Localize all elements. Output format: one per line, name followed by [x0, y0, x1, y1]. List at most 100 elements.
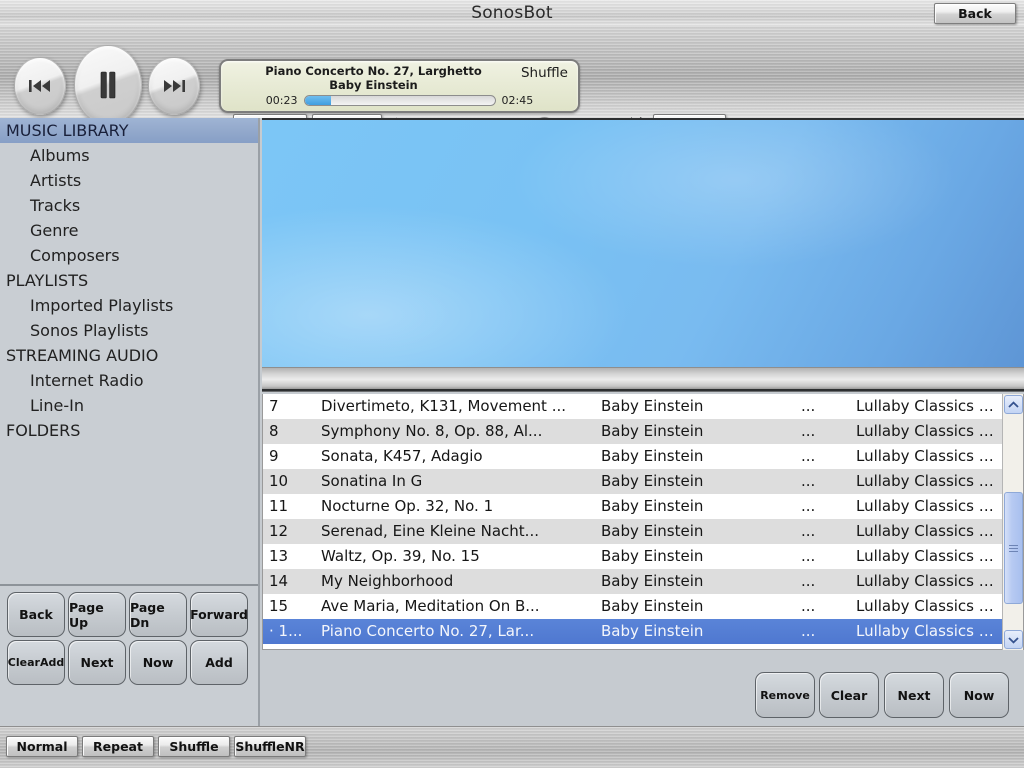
track-title-cell: Symphony No. 8, Op. 88, Al...: [321, 422, 543, 440]
nav-page-dn-button[interactable]: Page Dn: [129, 592, 187, 637]
sidebar: MUSIC LIBRARY Albums Artists Tracks Genre Com…: [0, 118, 260, 726]
queue-clear-button[interactable]: Clear: [819, 672, 879, 718]
table-row[interactable]: 7 Divertimeto, K131, Movement ... Baby Ein…: [263, 394, 1003, 419]
table-row[interactable]: 14 My Neighborhood Baby Einstein... Lullaby…: [263, 569, 1003, 594]
sidebar-item-folders[interactable]: FOLDERS: [0, 418, 258, 443]
track-artist-cell: Baby Einstein: [601, 422, 704, 440]
nav-page-up-button[interactable]: Page Up: [68, 592, 126, 637]
queue-scrollbar[interactable]: [1002, 394, 1023, 650]
table-row[interactable]: · 1... Piano Concerto No. 27, Lar... Baby …: [263, 619, 1003, 644]
chevron-down-icon: [1008, 636, 1019, 644]
table-row[interactable]: 8 Symphony No. 8, Op. 88, Al... Baby Einst…: [263, 419, 1003, 444]
elapsed-time: 00:23: [265, 94, 298, 107]
track-extra-cell: ...: [801, 622, 816, 640]
table-row[interactable]: 11 Nocturne Op. 32, No. 1 Baby Einstein...…: [263, 494, 1003, 519]
queue-remove-button[interactable]: Remove: [755, 672, 815, 718]
queue-now-button[interactable]: Now: [949, 672, 1009, 718]
sidebar-item-composers[interactable]: Composers: [0, 243, 258, 268]
table-row[interactable]: 15 Ave Maria, Meditation On B... Baby Eins…: [263, 594, 1003, 619]
sidebar-item-tracks[interactable]: Tracks: [0, 193, 258, 218]
sidebar-item-albums[interactable]: Albums: [0, 143, 258, 168]
nav-forward-button[interactable]: Forward: [190, 592, 248, 637]
nav-add-button[interactable]: Add: [190, 640, 248, 685]
play-mode-normal-button[interactable]: Normal: [6, 736, 78, 757]
nav-next-button[interactable]: Next: [68, 640, 126, 685]
track-title-cell: Sonatina In G: [321, 472, 423, 490]
track-artist-cell: Baby Einstein: [601, 522, 704, 540]
track-artist-cell: Baby Einstein: [601, 572, 704, 590]
track-artist-cell: Baby Einstein: [601, 447, 704, 465]
play-mode-bar: Normal Repeat Shuffle ShuffleNR: [0, 726, 1024, 768]
track-album-cell: Lullaby Classics Vol...: [856, 522, 1003, 540]
table-row[interactable]: 10 Sonatina In G Baby Einstein... Lullaby C…: [263, 469, 1003, 494]
track-extra-cell: ...: [801, 472, 816, 490]
table-row[interactable]: 12 Serenad, Eine Kleine Nacht... Baby Eins…: [263, 519, 1003, 544]
track-title-cell: Ave Maria, Meditation On B...: [321, 597, 540, 615]
track-extra-cell: ...: [801, 547, 816, 565]
total-duration: 02:45: [501, 94, 534, 107]
queue-next-button[interactable]: Next: [884, 672, 944, 718]
queue-list: 7 Divertimeto, K131, Movement ... Baby Ein…: [263, 394, 1003, 644]
track-title-cell: Divertimeto, K131, Movement ...: [321, 397, 567, 415]
nav-now-button[interactable]: Now: [129, 640, 187, 685]
scroll-down-button[interactable]: [1004, 630, 1023, 649]
table-row[interactable]: 13 Waltz, Op. 39, No. 15 Baby Einstein... L…: [263, 544, 1003, 569]
track-index-cell: 15: [269, 597, 289, 615]
track-album-cell: Lullaby Classics Vol...: [856, 572, 1003, 590]
track-extra-cell: ...: [801, 572, 816, 590]
skip-next-icon: [164, 80, 185, 92]
track-title-cell: Piano Concerto No. 27, Lar...: [321, 622, 535, 640]
track-extra-cell: ...: [801, 422, 816, 440]
track-title-cell: Nocturne Op. 32, No. 1: [321, 497, 494, 515]
next-track-button[interactable]: [148, 57, 200, 115]
seek-bar[interactable]: [303, 95, 496, 106]
track-artist-cell: Baby Einstein: [601, 397, 704, 415]
now-playing-progress-row: 00:23 02:45: [221, 94, 578, 107]
skip-previous-icon: [29, 80, 50, 92]
track-extra-cell: ...: [801, 597, 816, 615]
play-mode-shuffle-button[interactable]: Shuffle: [158, 736, 230, 757]
track-index-cell: 9: [269, 447, 279, 465]
table-row[interactable]: 9 Sonata, K457, Adagio Baby Einstein... Lul…: [263, 444, 1003, 469]
back-button[interactable]: Back: [934, 3, 1016, 24]
track-title-cell: My Neighborhood: [321, 572, 454, 590]
track-extra-cell: ...: [801, 497, 816, 515]
seek-bar-fill: [304, 96, 332, 105]
main-body: MUSIC LIBRARY Albums Artists Tracks Genre Com…: [0, 118, 1024, 726]
pause-icon: [100, 71, 116, 99]
sidebar-item-sonos-playlists[interactable]: Sonos Playlists: [0, 318, 258, 343]
sidebar-item-imported-playlists[interactable]: Imported Playlists: [0, 293, 258, 318]
play-mode-repeat-button[interactable]: Repeat: [82, 736, 154, 757]
track-index-cell: 7: [269, 397, 279, 415]
track-index-cell: 12: [269, 522, 289, 540]
track-extra-cell: ...: [801, 522, 816, 540]
track-title-cell: Sonata, K457, Adagio: [321, 447, 483, 465]
scroll-up-button[interactable]: [1004, 395, 1023, 414]
track-index-cell: 14: [269, 572, 289, 590]
previous-track-button[interactable]: [14, 57, 66, 115]
nav-clearadd-button[interactable]: ClearAdd: [7, 640, 65, 685]
scrollbar-grip: [1009, 543, 1018, 554]
track-album-cell: Lullaby Classics Vol...: [856, 622, 1003, 640]
sidebar-item-line-in[interactable]: Line-In: [0, 393, 258, 418]
sidebar-item-internet-radio[interactable]: Internet Radio: [0, 368, 258, 393]
sidebar-nav-list: MUSIC LIBRARY Albums Artists Tracks Genre Com…: [0, 118, 258, 443]
main-content: 7 Divertimeto, K131, Movement ... Baby Ein…: [262, 118, 1024, 726]
track-album-cell: Lullaby Classics Vol...: [856, 422, 1003, 440]
sidebar-nav-button-pad: Back Page Up Page Dn Forward ClearAdd Next Now…: [0, 584, 258, 685]
sidebar-item-artists[interactable]: Artists: [0, 168, 258, 193]
play-mode-shufflenr-button[interactable]: ShuffleNR: [234, 736, 306, 757]
nav-back-button[interactable]: Back: [7, 592, 65, 637]
sidebar-item-genre[interactable]: Genre: [0, 218, 258, 243]
track-album-cell: Lullaby Classics Vol...: [856, 397, 1003, 415]
chevron-up-icon: [1008, 400, 1019, 408]
sidebar-item-streaming-audio[interactable]: STREAMING AUDIO: [0, 343, 258, 368]
sidebar-item-playlists[interactable]: PLAYLISTS: [0, 268, 258, 293]
track-index-cell: 11: [269, 497, 289, 515]
track-album-cell: Lullaby Classics Vol...: [856, 447, 1003, 465]
sidebar-item-music-library[interactable]: MUSIC LIBRARY: [0, 118, 258, 143]
play-pause-button[interactable]: [74, 45, 142, 118]
track-index-cell: 10: [269, 472, 289, 490]
scrollbar-thumb[interactable]: [1004, 492, 1023, 604]
track-album-cell: Lullaby Classics Vol...: [856, 497, 1003, 515]
